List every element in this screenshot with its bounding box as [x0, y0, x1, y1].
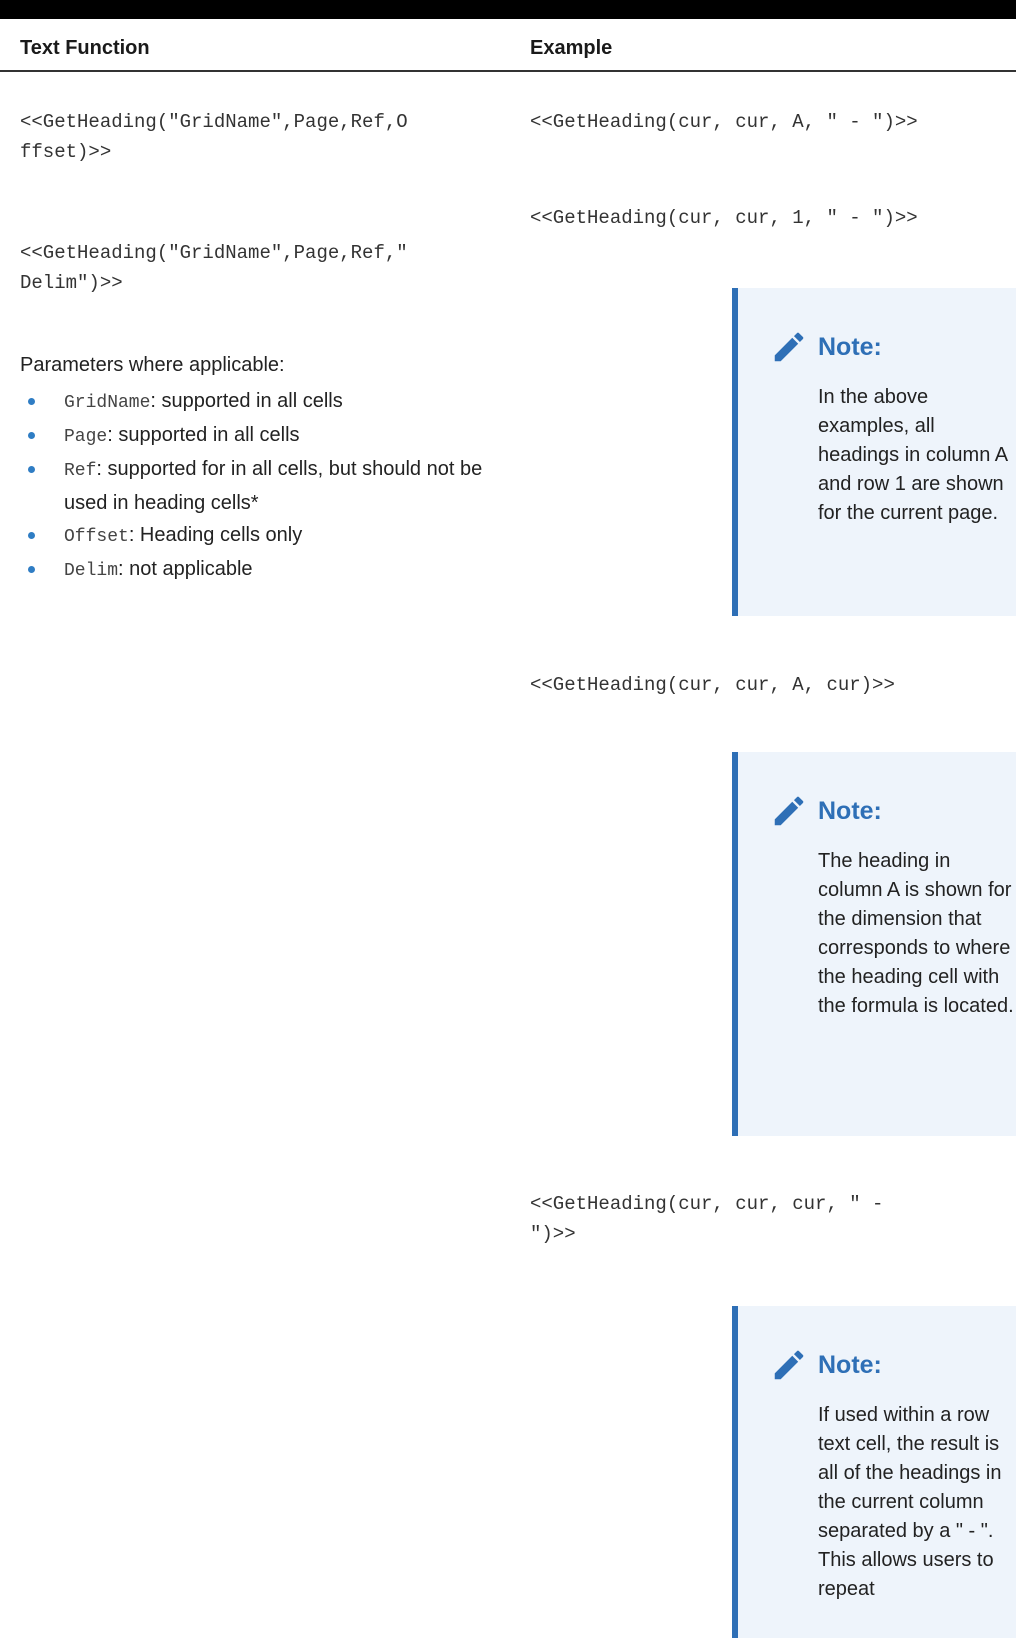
syntax-delim-line-1: <<GetHeading("GridName",Page,Ref," [20, 242, 408, 264]
param-desc: : supported for in all cells, but should… [64, 458, 483, 514]
list-item: Page: supported in all cells [20, 419, 510, 453]
parameters-list: GridName: supported in all cells Page: s… [20, 385, 510, 587]
note-body: If used within a row text cell, the resu… [818, 1404, 1002, 1600]
column-header-example: Example [530, 37, 613, 59]
syntax-offset-line-2: ffset)>> [20, 141, 112, 163]
param-name: GridName [64, 393, 151, 413]
note-box-2: Note: The heading in column A is shown f… [732, 752, 1016, 1136]
note-heading: Note: [770, 328, 882, 366]
param-desc: : Heading cells only [128, 524, 303, 546]
note-box-1: Note: In the above examples, all heading… [732, 288, 1016, 616]
top-border-bar [0, 0, 1016, 19]
pencil-icon [774, 332, 804, 362]
list-item: Offset: Heading cells only [20, 519, 510, 553]
example-3: <<GetHeading(cur, cur, A, cur)>> [530, 674, 895, 696]
note-box-3: Note: If used within a row text cell, th… [732, 1306, 1016, 1638]
param-name: Page [64, 427, 108, 447]
pencil-icon [774, 796, 804, 826]
example-2: <<GetHeading(cur, cur, 1, " - ")>> [530, 207, 918, 229]
param-name: Offset [64, 527, 129, 547]
column-header-text-function: Text Function [20, 37, 150, 59]
note-heading: Note: [770, 1346, 882, 1384]
note-body: The heading in column A is shown for the… [818, 850, 1014, 1017]
list-item: Delim: not applicable [20, 553, 510, 587]
syntax-delim-line-2: Delim")>> [20, 272, 123, 294]
param-desc: : supported in all cells [107, 424, 300, 446]
syntax-offset-line-1: <<GetHeading("GridName",Page,Ref,O [20, 111, 408, 133]
header-divider [0, 70, 1016, 72]
example-4-line-2: ")>> [530, 1223, 576, 1245]
param-name: Delim [64, 561, 119, 581]
example-4-line-1: <<GetHeading(cur, cur, cur, " - [530, 1193, 884, 1215]
param-desc: : not applicable [118, 558, 253, 580]
note-title: Note: [818, 796, 882, 825]
example-1: <<GetHeading(cur, cur, A, " - ")>> [530, 111, 918, 133]
parameters-intro: Parameters where applicable: [20, 354, 285, 376]
note-title: Note: [818, 332, 882, 361]
param-name: Ref [64, 461, 97, 481]
list-item: Ref: supported for in all cells, but sho… [20, 453, 510, 519]
list-item: GridName: supported in all cells [20, 385, 510, 419]
param-desc: : supported in all cells [150, 390, 343, 412]
note-body: In the above examples, all headings in c… [818, 386, 1008, 524]
pencil-icon [774, 1350, 804, 1380]
note-title: Note: [818, 1350, 882, 1379]
note-heading: Note: [770, 792, 882, 830]
